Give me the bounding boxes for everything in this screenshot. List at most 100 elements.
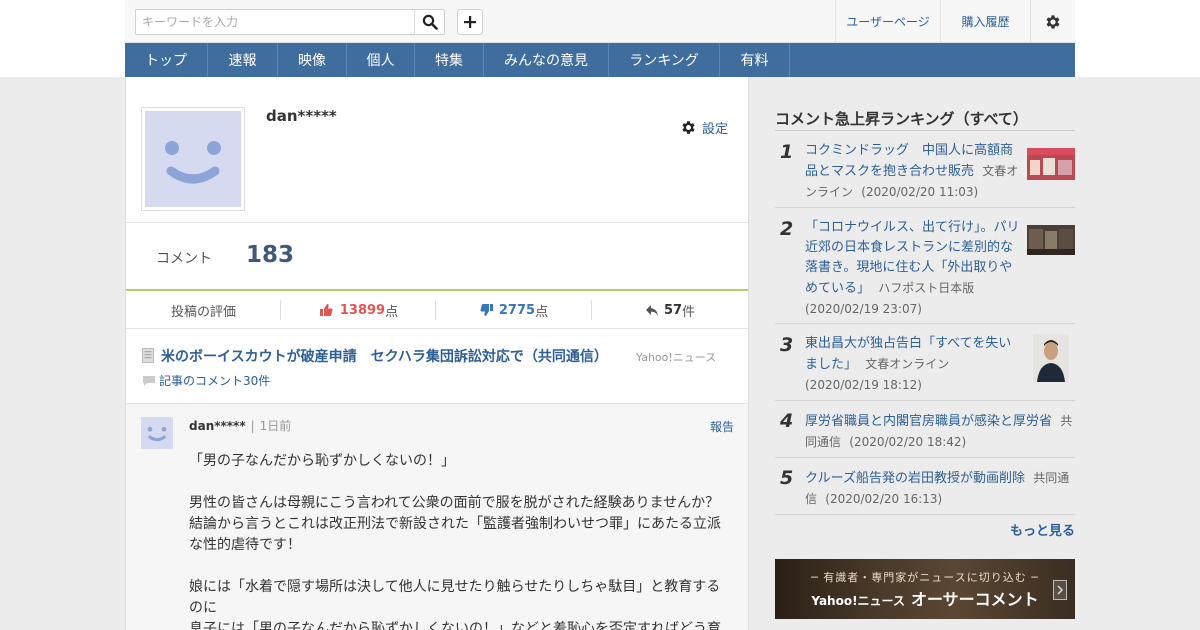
document-icon <box>142 348 154 363</box>
chevron-right-icon <box>1057 585 1064 595</box>
rank-number: 2 <box>780 218 794 240</box>
nav-item-feature[interactable]: 特集 <box>415 43 484 77</box>
search-icon <box>422 14 438 30</box>
page-wrapper: ユーザーページ 購入履歴 トップ 速報 映像 個人 特集 みんなの意見 ランキン… <box>125 0 1075 630</box>
add-button[interactable] <box>457 9 483 35</box>
settings-label: 設定 <box>702 122 729 137</box>
banner-subtitle: ─ 有識者・専門家がニュースに切り込む ─ <box>811 571 1039 584</box>
likes-unit: 点 <box>385 304 399 320</box>
nav-item-individual[interactable]: 個人 <box>347 43 415 77</box>
search-box <box>135 9 445 35</box>
rank-text: 「コロナウイルス、出て行け」。パリ近郊の日本食レストランに差別的な落書き。現地に… <box>805 218 1020 320</box>
nav-item-video[interactable]: 映像 <box>278 43 347 77</box>
gear-icon <box>682 121 695 134</box>
rating-stats: 投稿の評価 13899 点 2775 点 57 件 <box>126 291 748 329</box>
rank-number: 4 <box>780 410 794 432</box>
comment-paragraph: 娘には「水着で隠す場所は決して他人に見せたり触らせたりしちゃ駄目」と教育するのに… <box>189 579 721 630</box>
likes-stat: 13899 点 <box>281 291 436 329</box>
rank-number: 3 <box>780 334 794 356</box>
profile-main: dan***** 設定 コメント 183 投稿の評価 13899 点 2775 … <box>125 77 749 630</box>
article-source: Yahoo!ニュース <box>636 351 717 364</box>
ranking-item: 3 東出昌大が独占告白「すべてを失いました」 文春オンライン (2020/02/… <box>775 324 1075 401</box>
comment-paragraph: 男性の皆さんは母親にこう言われて公衆の面前で服を脱がされた経験ありませんか？ 結… <box>189 495 721 553</box>
replies-unit: 件 <box>682 304 696 320</box>
comment-meta: dan***** | 1日前 <box>189 419 292 433</box>
rank-date: (2020/02/19 18:12) <box>805 378 922 392</box>
ranking-item: 5 クルーズ船告発の岩田教授が動画削除 共同通信 (2020/02/20 16:… <box>775 458 1075 515</box>
article-thumbnail[interactable] <box>1027 225 1075 255</box>
search-button[interactable] <box>414 10 444 34</box>
replies-stat: 57 件 <box>592 291 748 329</box>
divider <box>126 222 748 223</box>
thumbs-up-icon <box>319 304 333 316</box>
comment-item: dan***** | 1日前 報告 「男の子なんだから恥ずかしくないの！」 男性の皆… <box>126 404 748 630</box>
banner-title: オーサーコメント <box>910 590 1039 609</box>
author-comment-banner[interactable]: ─ 有識者・専門家がニュースに切り込む ─ Yahoo!ニュース オーサーコメント <box>775 559 1075 619</box>
banner-brand: Yahoo!ニュース <box>811 594 905 608</box>
gear-icon <box>1046 14 1060 29</box>
comment-avatar <box>141 417 173 449</box>
avatar-image <box>145 111 241 207</box>
nav-item-breaking[interactable]: 速報 <box>208 43 278 77</box>
ranking-title: コメント急上昇ランキング（すべて） <box>775 110 1028 128</box>
ranking-article-link[interactable]: 厚労省職員と内閣官房職員が感染と厚労省 <box>805 414 1052 429</box>
rating-label-cell: 投稿の評価 <box>126 291 281 329</box>
profile-username: dan***** <box>266 107 337 125</box>
comment-count: 183 <box>246 242 295 268</box>
profile-settings-link[interactable]: 設定 <box>680 118 728 137</box>
dislikes-count: 2775 <box>498 302 536 318</box>
smiley-icon <box>165 141 221 184</box>
banner-title-row: Yahoo!ニュース オーサーコメント <box>775 586 1075 610</box>
comment-count-label: コメント <box>156 251 212 267</box>
nav-item-top[interactable]: トップ <box>125 43 208 77</box>
rank-text: コクミンドラッグ 中国人に高額商品とマスクを抱き合わせ販売 文春オンライン (2… <box>805 141 1020 203</box>
purchase-history-link[interactable]: 購入履歴 <box>940 0 1030 43</box>
thumbs-down-icon <box>480 304 493 316</box>
dislikes-stat: 2775 点 <box>436 291 592 329</box>
plus-icon <box>464 16 476 28</box>
settings-button[interactable] <box>1030 0 1075 43</box>
header: ユーザーページ 購入履歴 <box>125 0 1075 43</box>
rank-text: クルーズ船告発の岩田教授が動画削除 共同通信 (2020/02/20 16:13… <box>805 468 1073 510</box>
rank-text: 厚労省職員と内閣官房職員が感染と厚労省 共同通信 (2020/02/20 18:… <box>805 411 1073 453</box>
rank-source: 文春オンライン <box>865 357 950 371</box>
banner-arrow[interactable] <box>1053 580 1067 600</box>
replies-count: 57 <box>663 302 683 318</box>
ranking-item: 4 厚労省職員と内閣官房職員が感染と厚労省 共同通信 (2020/02/20 1… <box>775 401 1075 458</box>
comment-body: 「男の子なんだから恥ずかしくないの！」 男性の皆さんは母親にこう言われて公衆の面… <box>189 451 734 630</box>
rating-label: 投稿の評価 <box>170 304 236 320</box>
comment-paragraph: 「男の子なんだから恥ずかしくないの！」 <box>189 453 455 469</box>
likes-count: 13899 <box>339 302 386 318</box>
article-comments-link[interactable]: 記事のコメント30件 <box>159 372 270 389</box>
ranking-item: 1 コクミンドラッグ 中国人に高額商品とマスクを抱き合わせ販売 文春オンライン … <box>775 131 1075 208</box>
rank-date: (2020/02/20 16:13) <box>825 492 943 506</box>
report-link[interactable]: 報告 <box>710 418 734 435</box>
rank-date: (2020/02/20 11:03) <box>861 185 979 199</box>
comment-bubble-icon <box>143 376 155 386</box>
rank-date: (2020/02/20 18:42) <box>849 435 967 449</box>
rank-number: 1 <box>780 141 794 163</box>
nav-item-ranking[interactable]: ランキング <box>609 43 720 77</box>
article-thumbnail[interactable] <box>1033 334 1069 382</box>
article-thumbnail[interactable] <box>1027 148 1075 180</box>
rank-date: (2020/02/19 23:07) <box>805 302 922 316</box>
avatar <box>141 107 245 211</box>
smiley-icon <box>147 427 167 442</box>
rank-source: ハフポスト日本版 <box>878 281 975 295</box>
search-input[interactable] <box>136 10 416 34</box>
reply-icon <box>645 305 658 316</box>
article-title-link[interactable]: 米のボーイスカウトが破産申請 セクハラ集団訴訟対応で（共同通信） <box>161 346 608 366</box>
article-header: 米のボーイスカウトが破産申請 セクハラ集団訴訟対応で（共同通信） Yahoo!ニ… <box>126 330 748 404</box>
comment-time: 1日前 <box>259 419 292 433</box>
dislikes-unit: 点 <box>535 304 549 320</box>
rank-number: 5 <box>780 467 794 489</box>
global-nav: トップ 速報 映像 個人 特集 みんなの意見 ランキング 有料 <box>125 43 1075 77</box>
nav-item-opinions[interactable]: みんなの意見 <box>484 43 609 77</box>
ranking-item: 2 「コロナウイルス、出て行け」。パリ近郊の日本食レストランに差別的な落書き。現… <box>775 208 1075 324</box>
rank-text: 東出昌大が独占告白「すべてを失いました」 文春オンライン (2020/02/19… <box>805 334 1020 396</box>
ranking-article-link[interactable]: クルーズ船告発の岩田教授が動画削除 <box>805 471 1025 486</box>
user-page-link[interactable]: ユーザーページ <box>835 0 940 43</box>
comment-username: dan***** <box>189 419 246 433</box>
more-link[interactable]: もっと見る <box>1010 520 1075 539</box>
nav-item-paid[interactable]: 有料 <box>720 43 790 77</box>
